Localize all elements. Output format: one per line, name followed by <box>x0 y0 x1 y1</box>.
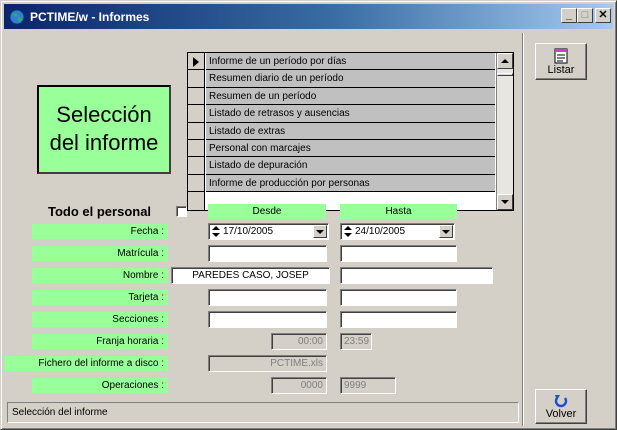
todo-personal-label: Todo el personal <box>48 204 152 219</box>
secciones-label: Secciones : <box>32 312 168 327</box>
report-list-icon <box>554 48 568 63</box>
close-icon: ✕ <box>598 9 608 21</box>
fecha-hasta-picker[interactable]: 24/10/2005 <box>340 223 455 240</box>
report-item[interactable]: Listado de depuración <box>206 157 495 175</box>
tarjeta-hasta-input[interactable] <box>340 289 457 306</box>
chevron-down-icon <box>316 229 324 234</box>
report-item[interactable]: Personal con marcajes <box>206 139 495 158</box>
report-item[interactable]: Informe de un período por días <box>206 53 495 71</box>
close-button[interactable]: ✕ <box>595 8 611 23</box>
return-arrow-icon <box>554 394 568 407</box>
volver-button[interactable]: Volver <box>535 389 587 424</box>
fecha-desde-picker[interactable]: 17/10/2005 <box>208 223 329 240</box>
arrow-up-icon <box>501 59 509 63</box>
spin-icon <box>344 225 353 237</box>
report-list[interactable]: Informe de un período por días Resumen d… <box>187 52 514 211</box>
arrow-down-icon <box>501 200 509 204</box>
report-item[interactable]: Listado de extras <box>206 122 495 140</box>
report-item[interactable]: Resumen de un período <box>206 87 495 106</box>
chevron-down-icon <box>442 229 450 234</box>
row-indicator-column <box>188 53 205 210</box>
minimize-button[interactable]: _ <box>561 8 577 23</box>
desde-header: Desde <box>208 204 326 219</box>
report-item[interactable]: Listado de retrasos y ausencias <box>206 105 495 123</box>
listar-button[interactable]: Listar <box>535 43 587 80</box>
report-item[interactable]: Resumen diario de un período <box>206 70 495 88</box>
report-item[interactable]: Informe de producción por personas <box>206 174 495 193</box>
todo-personal-checkbox[interactable] <box>176 206 187 217</box>
secciones-desde-input[interactable] <box>208 311 327 328</box>
nombre-desde-input[interactable]: PAREDES CASO, JOSEP <box>171 267 330 284</box>
status-bar: Selección del informe <box>7 402 519 423</box>
globe-icon <box>9 9 25 24</box>
scroll-down-button[interactable] <box>497 194 513 210</box>
nombre-hasta-input[interactable] <box>340 267 493 284</box>
title-bar[interactable]: PCTIME/w - Informes _ □ ✕ <box>4 4 613 29</box>
operaciones-hasta-input[interactable]: 9999 <box>340 377 396 394</box>
secciones-hasta-input[interactable] <box>340 311 457 328</box>
spin-icon <box>212 225 221 237</box>
franja-label: Franja horaria : <box>32 334 168 349</box>
scroll-up-button[interactable] <box>497 53 513 69</box>
app-window: PCTIME/w - Informes _ □ ✕ Selección del … <box>0 0 617 430</box>
volver-label: Volver <box>545 407 577 420</box>
tarjeta-label: Tarjeta : <box>32 290 168 305</box>
fecha-desde-dropdown[interactable] <box>313 225 327 238</box>
franja-hasta-input[interactable]: 23:59 <box>340 333 372 350</box>
franja-desde-input[interactable]: 00:00 <box>271 333 327 350</box>
operaciones-label: Operaciones : <box>32 378 168 393</box>
report-list-scrollbar[interactable] <box>496 53 513 210</box>
matricula-hasta-input[interactable] <box>340 245 457 262</box>
fecha-label: Fecha : <box>32 224 168 239</box>
fichero-label: Fichero del informe a disco : <box>4 356 168 371</box>
hasta-header: Hasta <box>340 204 457 219</box>
matricula-desde-input[interactable] <box>208 245 327 262</box>
matricula-label: Matrícula : <box>32 246 168 261</box>
nombre-label: Nombre : <box>32 268 168 283</box>
operaciones-desde-input[interactable]: 0000 <box>271 377 327 394</box>
client-area: Selección del informe Informe de un perí… <box>4 31 613 427</box>
maximize-button[interactable]: □ <box>577 8 593 23</box>
button-column <box>522 33 614 426</box>
current-row-arrow-icon <box>193 57 199 67</box>
tarjeta-desde-input[interactable] <box>208 289 327 306</box>
window-title: PCTIME/w - Informes <box>30 9 150 24</box>
scroll-thumb[interactable] <box>497 73 513 76</box>
fichero-input[interactable]: PCTIME.xls <box>208 355 327 372</box>
selection-title: Selección del informe <box>37 85 171 174</box>
fecha-hasta-dropdown[interactable] <box>439 225 453 238</box>
listar-label: Listar <box>547 63 575 76</box>
maximize-icon: □ <box>581 9 589 21</box>
minimize-icon: _ <box>565 9 573 21</box>
fecha-desde-value: 17/10/2005 <box>223 226 274 237</box>
fecha-hasta-value: 24/10/2005 <box>355 226 406 237</box>
